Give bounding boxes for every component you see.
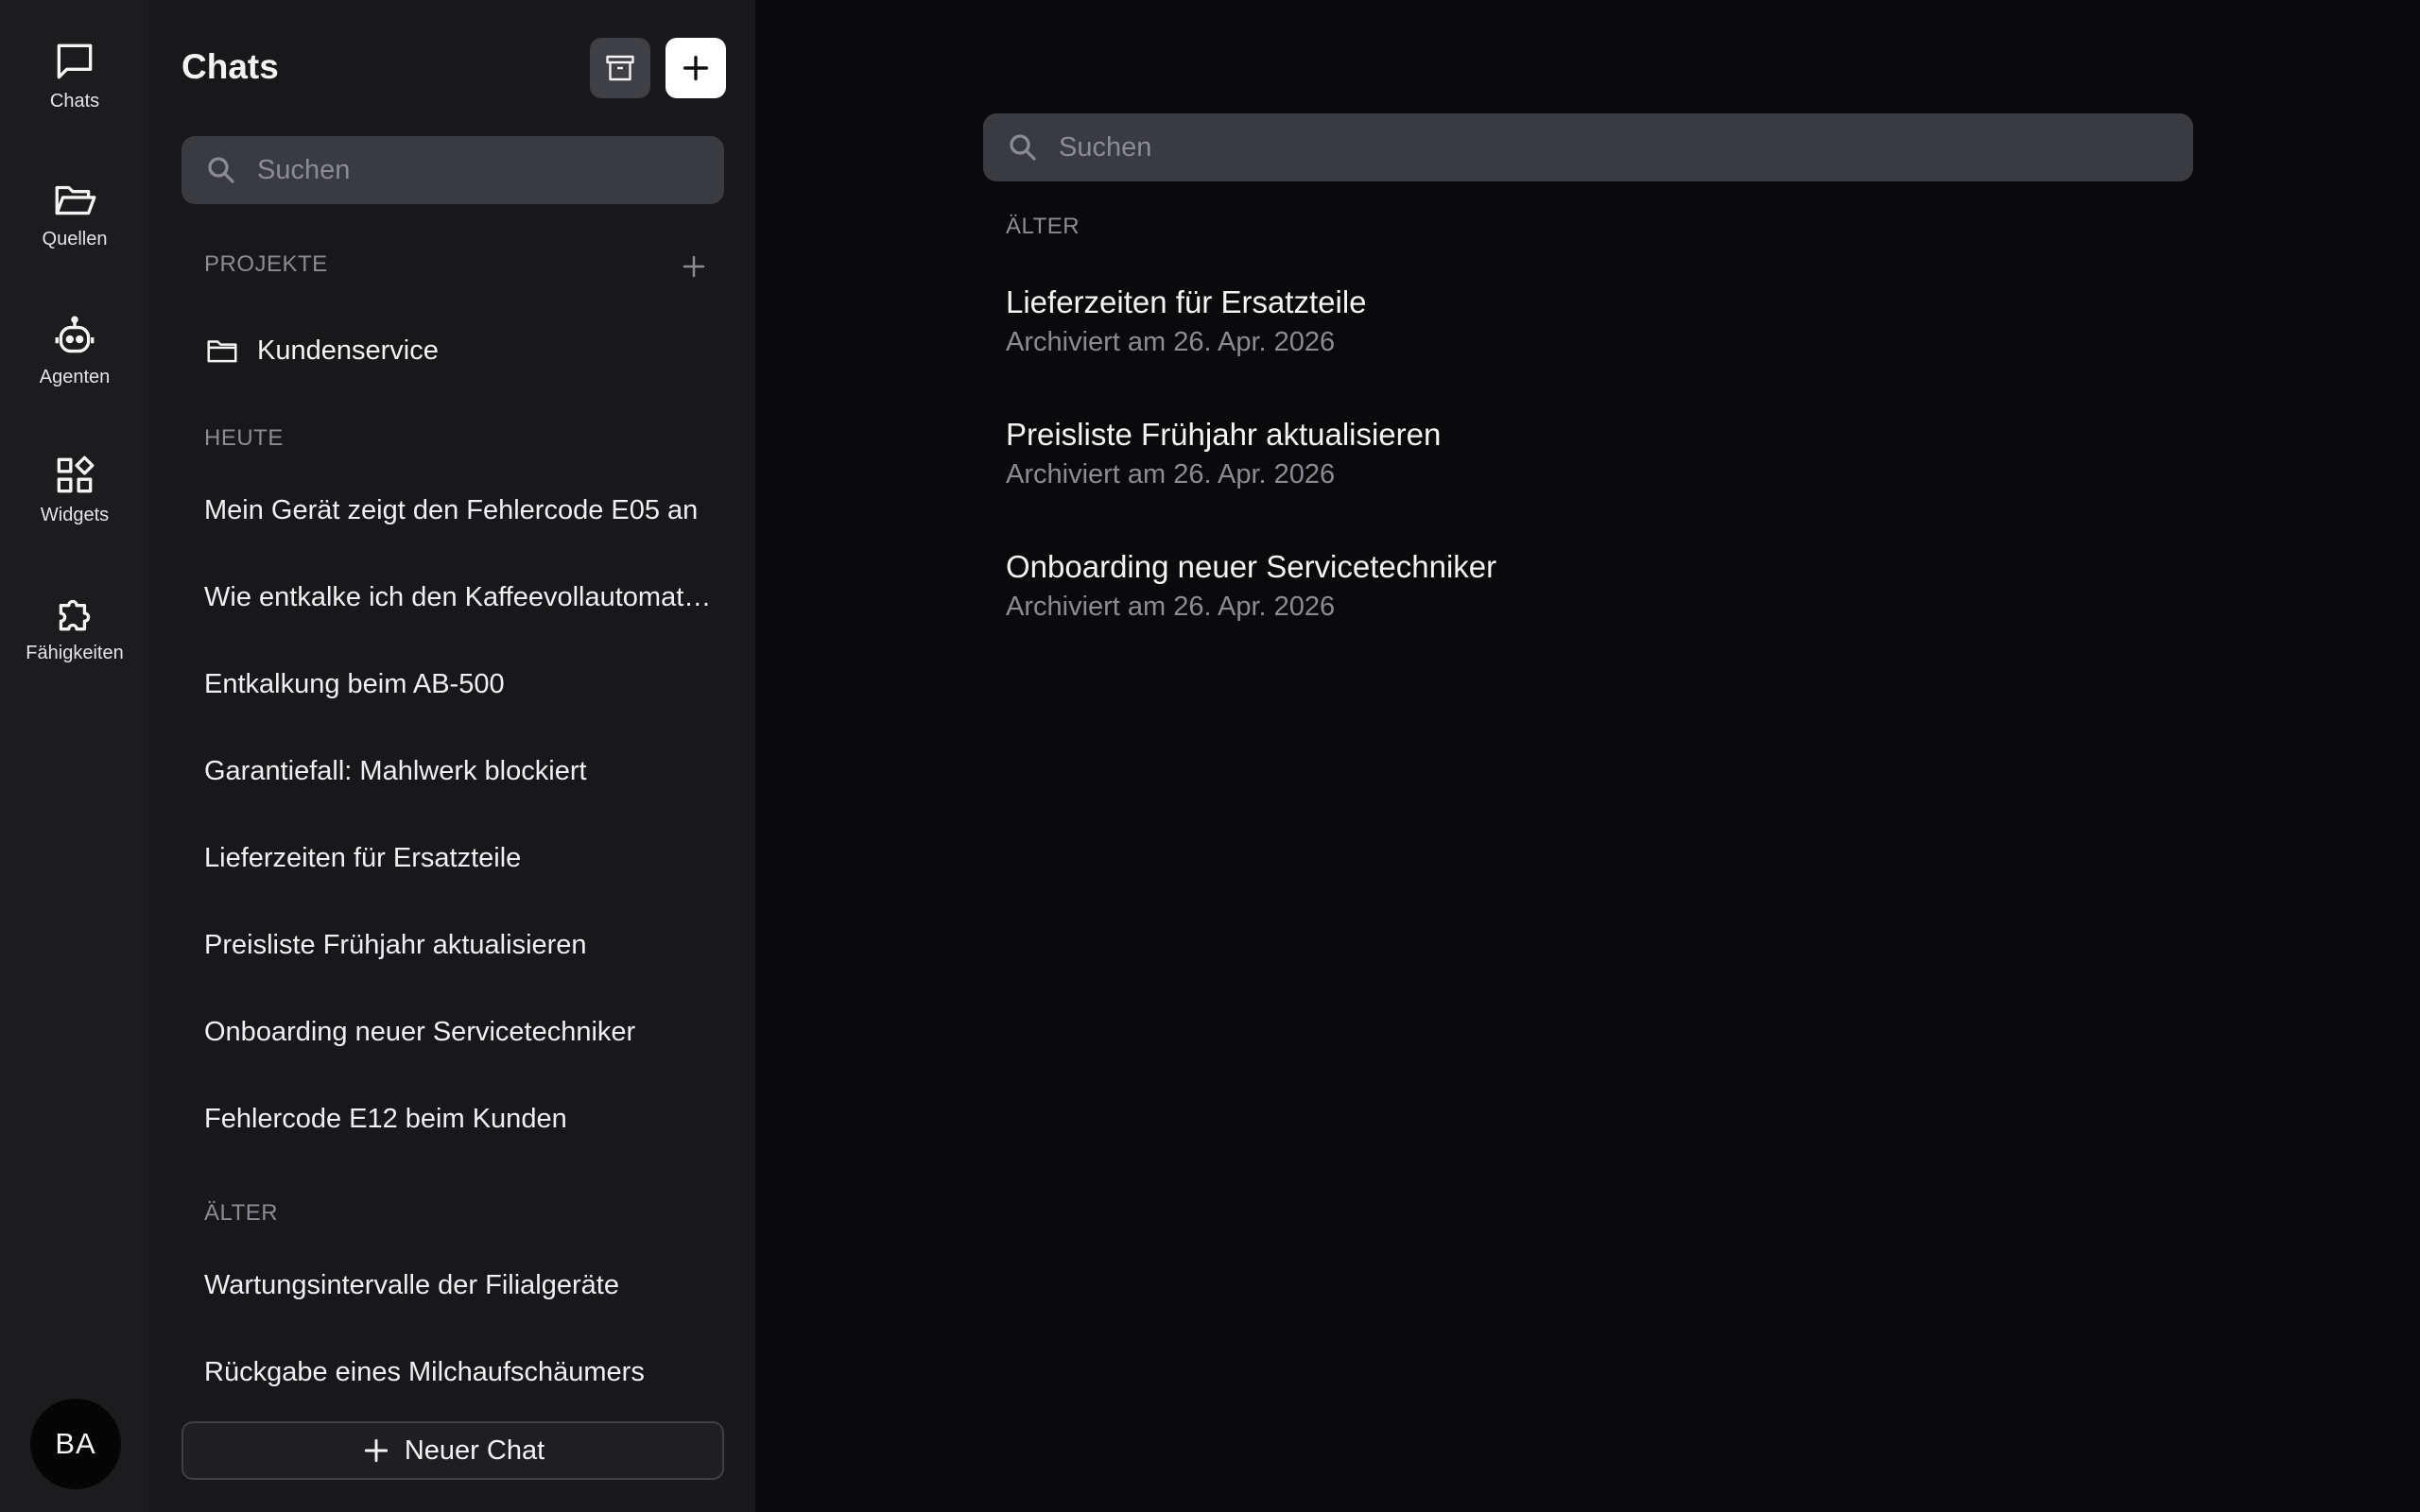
archived-chat-item[interactable]: Onboarding neuer Servicetechniker Archiv…: [1006, 548, 2046, 624]
rail-label-chats: Chats: [49, 91, 100, 112]
chat-list-item[interactable]: Garantiefall: Mahlwerk blockiert: [204, 745, 715, 798]
chat-list-item[interactable]: Preisliste Frühjahr aktualisieren: [204, 919, 715, 971]
older-section-label: ÄLTER: [204, 1200, 279, 1226]
project-label: Kundenservice: [257, 335, 439, 366]
widgets-icon: [57, 455, 95, 493]
archive-section-label: ÄLTER: [1006, 214, 1080, 239]
sidebar-search-input[interactable]: [255, 153, 724, 187]
avatar[interactable]: BA: [30, 1399, 121, 1489]
archive-search-input[interactable]: [1057, 130, 2193, 164]
archive-search[interactable]: [983, 113, 2193, 181]
project-item-kundenservice[interactable]: Kundenservice: [204, 327, 715, 374]
new-chat-label: Neuer Chat: [404, 1435, 545, 1466]
rail-item-faehigkeiten[interactable]: Fähigkeiten: [0, 578, 149, 701]
chat-list-item[interactable]: Entkalkung beim AB-500: [204, 658, 715, 711]
chat-bubble-icon: [57, 43, 93, 79]
chat-list-item[interactable]: Rückgabe eines Milchaufschäumers: [204, 1346, 715, 1399]
chat-list-item[interactable]: Onboarding neuer Servicetechniker: [204, 1005, 715, 1058]
plus-icon: [364, 1438, 388, 1463]
chat-sidebar: Chats PROJEKTE Kundenservice HEUTE Mein …: [149, 0, 755, 1512]
archived-chat-date: Archiviert am 26. Apr. 2026: [1006, 592, 1336, 622]
search-icon: [1010, 134, 1036, 161]
archive-icon: [606, 55, 634, 81]
add-project-button[interactable]: [675, 248, 713, 285]
today-section-label: HEUTE: [204, 425, 284, 451]
archived-chat-title: Onboarding neuer Servicetechniker: [1006, 549, 1497, 584]
chat-list-item[interactable]: Wartungsintervalle der Filialgeräte: [204, 1259, 715, 1312]
rail-label-widgets: Widgets: [40, 505, 110, 525]
archived-chat-title: Lieferzeiten für Ersatzteile: [1006, 284, 1367, 319]
folder-open-icon: [55, 185, 96, 215]
archived-chat-item[interactable]: Lieferzeiten für Ersatzteile Archiviert …: [1006, 284, 2046, 359]
puzzle-icon: [59, 599, 91, 631]
rail-item-chats[interactable]: Chats: [0, 26, 149, 149]
new-chat-icon-button[interactable]: [666, 38, 726, 98]
sidebar-title: Chats: [182, 47, 279, 86]
plus-icon: [683, 255, 705, 278]
rail-item-agenten[interactable]: Agenten: [0, 302, 149, 425]
chat-list-item[interactable]: Fehlercode E12 beim Kunden: [204, 1092, 715, 1145]
rail-label-faehigkeiten: Fähigkeiten: [26, 643, 124, 663]
rail-label-quellen: Quellen: [42, 229, 108, 249]
archived-chat-date: Archiviert am 26. Apr. 2026: [1006, 327, 1336, 357]
projects-section-label: PROJEKTE: [204, 251, 328, 277]
archived-chat-title: Preisliste Frühjahr aktualisieren: [1006, 417, 1442, 452]
rail-item-widgets[interactable]: Widgets: [0, 440, 149, 563]
rail-item-quellen[interactable]: Quellen: [0, 164, 149, 287]
robot-icon: [55, 316, 95, 353]
chat-list-item[interactable]: Wie entkalke ich den Kaffeevollautomaten…: [204, 571, 715, 624]
archived-chat-item[interactable]: Preisliste Frühjahr aktualisieren Archiv…: [1006, 416, 2046, 491]
archived-chat-date: Archiviert am 26. Apr. 2026: [1006, 459, 1336, 490]
sidebar-search[interactable]: [182, 136, 724, 204]
plus-icon: [683, 55, 709, 81]
new-chat-button[interactable]: Neuer Chat: [182, 1421, 724, 1480]
chat-list-item[interactable]: Lieferzeiten für Ersatzteile: [204, 832, 715, 885]
chat-list-item[interactable]: Mein Gerät zeigt den Fehlercode E05 an: [204, 484, 715, 537]
folder-icon: [207, 340, 237, 363]
rail-label-agenten: Agenten: [39, 367, 111, 387]
archive-button[interactable]: [590, 38, 650, 98]
nav-rail: Chats Quellen Agenten Widgets Fähigkeite…: [0, 0, 149, 1512]
search-icon: [208, 157, 234, 183]
